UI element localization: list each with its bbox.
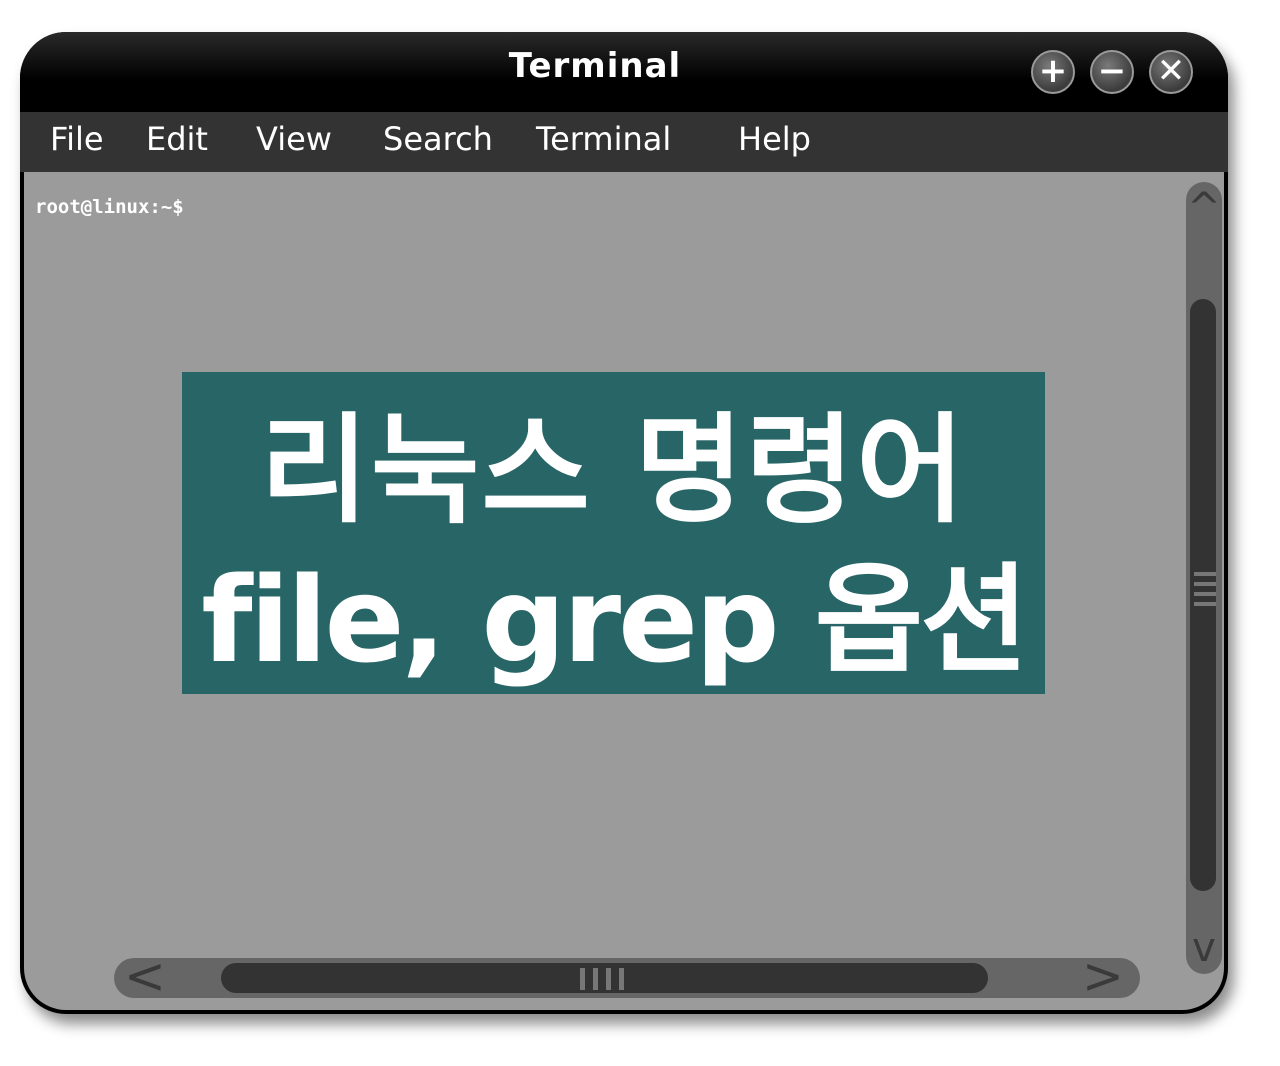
vertical-grip-line [1194,572,1216,576]
horizontal-grip-line [593,968,598,990]
horizontal-grip-line [580,968,585,990]
horizontal-grip-line [619,968,624,990]
menu-edit[interactable]: Edit [146,120,208,158]
horizontal-scrollbar-thumb[interactable] [221,963,988,993]
title-bar[interactable]: Terminal + − ✕ [20,32,1228,112]
horizontal-grip-line [606,968,611,990]
menu-terminal[interactable]: Terminal [536,120,671,158]
menu-view[interactable]: View [256,120,332,158]
menu-bar: File Edit View Search Terminal Help [20,112,1228,172]
terminal-window: Terminal + − ✕ File Edit View Search Ter… [20,32,1228,1014]
banner-heading: 리눅스 명령어 [260,401,967,539]
scroll-down-arrow-icon[interactable]: v [1186,928,1222,968]
menu-help[interactable]: Help [738,120,811,158]
terminal-area[interactable]: root@linux:~$ 리눅스 명령어 file, grep 옵션 ^ v … [24,172,1224,1010]
scroll-left-arrow-icon[interactable]: < [124,951,166,1001]
shell-prompt: root@linux:~$ [35,196,184,218]
scroll-right-arrow-icon[interactable]: > [1082,951,1124,1001]
menu-file[interactable]: File [50,120,104,158]
banner-subheading: file, grep 옵션 [201,551,1029,689]
window-title: Terminal [508,46,682,86]
minimize-button[interactable]: − [1090,50,1134,94]
vertical-grip-line [1194,582,1216,586]
new-tab-button[interactable]: + [1031,50,1075,94]
title-banner: 리눅스 명령어 file, grep 옵션 [182,372,1045,694]
scroll-up-arrow-icon[interactable]: ^ [1186,188,1222,228]
close-button[interactable]: ✕ [1149,50,1193,94]
menu-search[interactable]: Search [383,120,493,158]
vertical-grip-line [1194,602,1216,606]
vertical-grip-line [1194,592,1216,596]
